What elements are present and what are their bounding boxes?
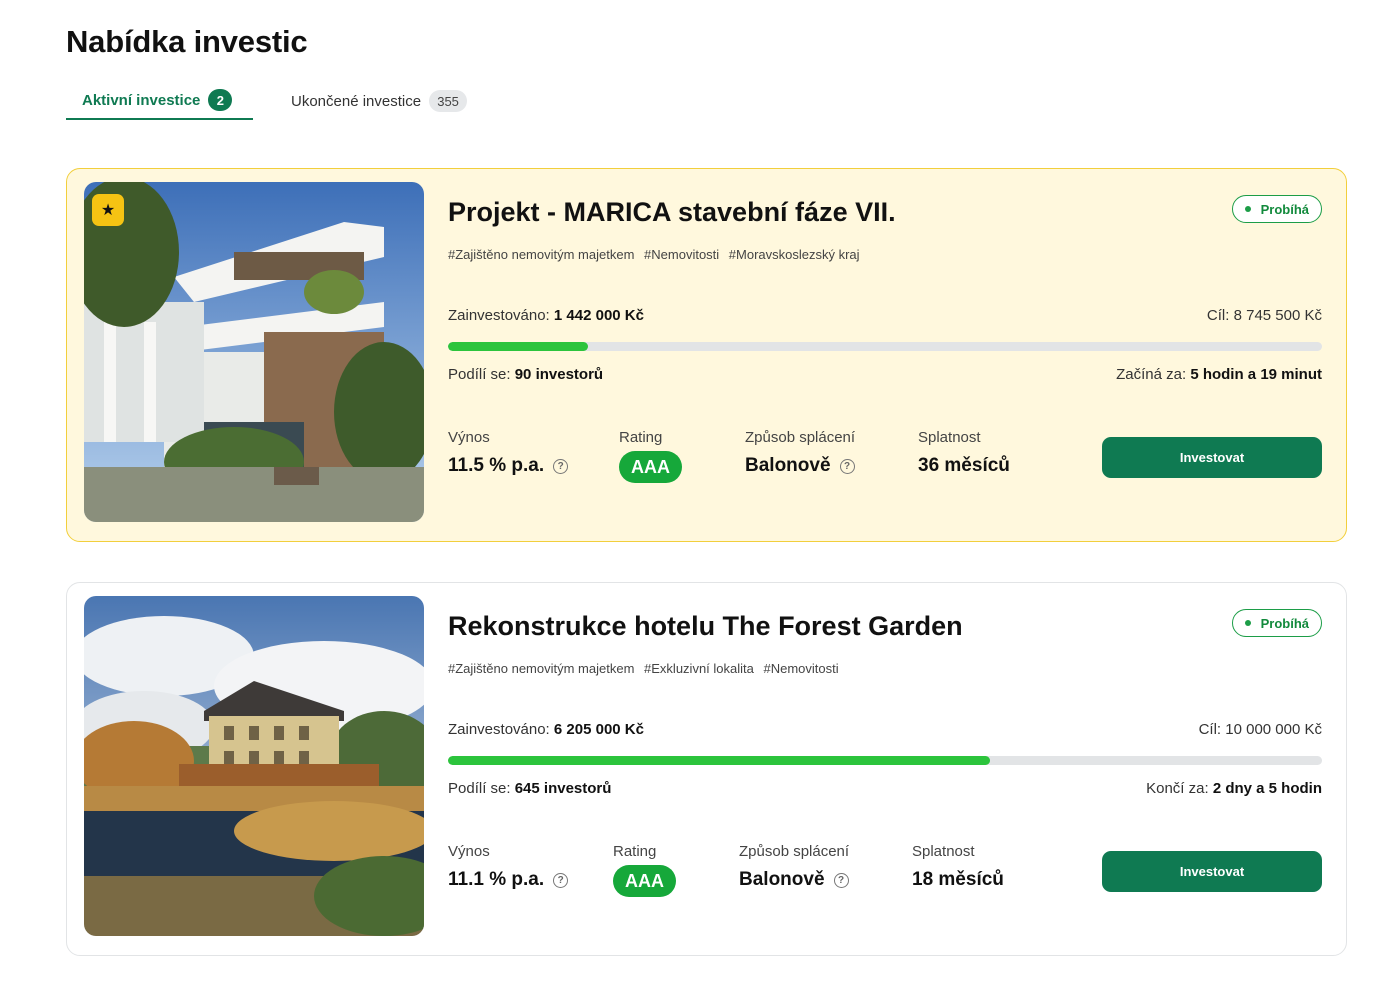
invested-amount: Zainvestováno: 6 205 000 Kč	[448, 721, 644, 738]
rating-metric: Rating AAA	[619, 429, 682, 483]
tab-finished-investments[interactable]: Ukončené investice 355	[291, 82, 468, 120]
tab-label: Ukončené investice	[291, 92, 422, 110]
countdown-value: 2 dny a 5 hodin	[1212, 780, 1322, 797]
invested-amount: Zainvestováno: 1 442 000 Kč	[448, 307, 644, 324]
tag: #Nemovitosti	[763, 661, 839, 676]
countdown-value: 5 hodin a 19 minut	[1190, 366, 1322, 383]
countdown: Končí za: 2 dny a 5 hodin	[1146, 780, 1322, 797]
yield-value: 11.1 % p.a.	[448, 869, 545, 890]
maturity-label: Splatnost	[918, 429, 981, 446]
project-photo: ★	[84, 182, 424, 522]
status-badge: Probíhá	[1231, 195, 1322, 223]
investment-card[interactable]: Rekonstrukce hotelu The Forest Garden Pr…	[66, 582, 1347, 956]
tag: #Moravskoslezský kraj	[728, 247, 860, 262]
rating-badge: AAA	[619, 451, 682, 483]
repayment-value: Balonově	[739, 869, 825, 890]
question-circle-icon[interactable]: ?	[839, 458, 855, 474]
investors-value: 645 investorů	[514, 780, 612, 797]
status-text: Probíhá	[1260, 615, 1309, 631]
rating-metric: Rating AAA	[613, 843, 676, 897]
invested-value: 6 205 000 Kč	[553, 721, 644, 738]
status-badge: Probíhá	[1231, 609, 1322, 637]
repayment-value: Balonově	[745, 455, 831, 476]
goal-amount: Cíl: 10 000 000 Kč	[1198, 721, 1322, 738]
tab-count-badge: 355	[429, 90, 468, 112]
repayment-label: Způsob splácení	[739, 843, 850, 860]
tag: #Zajištěno nemovitým majetkem	[448, 247, 635, 262]
investors-label: Podílí se:	[448, 366, 511, 383]
investor-count: Podílí se: 90 investorů	[448, 366, 603, 383]
investment-title[interactable]: Rekonstrukce hotelu The Forest Garden	[448, 611, 963, 642]
investment-title[interactable]: Projekt - MARICA stavební fáze VII.	[448, 197, 896, 228]
investors-value: 90 investorů	[514, 366, 604, 383]
star-icon: ★	[92, 194, 124, 226]
repayment-label: Způsob splácení	[745, 429, 856, 446]
yield-label: Výnos	[448, 429, 490, 446]
invested-value: 1 442 000 Kč	[553, 307, 644, 324]
status-text: Probíhá	[1260, 201, 1309, 217]
rating-label: Rating	[619, 429, 663, 446]
page-title: Nabídka investic	[66, 24, 308, 59]
yield-metric: Výnos 11.5 % p.a. ?	[448, 429, 569, 477]
funding-progress-bar	[448, 342, 1322, 351]
tag-list: #Zajištěno nemovitým majetkem #Exkluzivn…	[448, 661, 845, 676]
invest-button[interactable]: Investovat	[1102, 437, 1322, 478]
maturity-metric: Splatnost 36 měsíců	[918, 429, 1010, 477]
funding-progress-fill	[448, 756, 990, 765]
yield-label: Výnos	[448, 843, 490, 860]
maturity-metric: Splatnost 18 měsíců	[912, 843, 1004, 891]
project-photo	[84, 596, 424, 936]
rating-label: Rating	[613, 843, 657, 860]
tab-label: Aktivní investice	[82, 91, 201, 109]
maturity-value: 36 měsíců	[918, 455, 1010, 476]
goal-amount: Cíl: 8 745 500 Kč	[1206, 307, 1322, 324]
status-dot-icon	[1244, 620, 1251, 626]
question-circle-icon[interactable]: ?	[833, 872, 849, 888]
question-circle-icon[interactable]: ?	[553, 458, 569, 474]
invested-label: Zainvestováno:	[448, 721, 550, 738]
tag-list: #Zajištěno nemovitým majetkem #Nemovitos…	[448, 247, 866, 262]
repayment-metric: Způsob splácení Balonově ?	[745, 429, 855, 477]
tag: #Exkluzivní lokalita	[644, 661, 754, 676]
status-dot-icon	[1244, 206, 1251, 212]
investor-count: Podílí se: 645 investorů	[448, 780, 611, 797]
repayment-metric: Způsob splácení Balonově ?	[739, 843, 849, 891]
yield-value: 11.5 % p.a.	[448, 455, 545, 476]
funding-progress-bar	[448, 756, 1322, 765]
investment-card[interactable]: ★ Projekt - MARICA stavební fáze VII. Pr…	[66, 168, 1347, 542]
rating-badge: AAA	[613, 865, 676, 897]
countdown-label: Začíná za:	[1116, 366, 1187, 383]
tab-active-investments[interactable]: Aktivní investice 2	[66, 82, 253, 120]
funding-progress-fill	[448, 342, 588, 351]
tab-count-badge: 2	[208, 89, 233, 111]
tag: #Nemovitosti	[644, 247, 720, 262]
invest-button[interactable]: Investovat	[1102, 851, 1322, 892]
question-circle-icon[interactable]: ?	[553, 872, 569, 888]
tag: #Zajištěno nemovitým majetkem	[448, 661, 635, 676]
invested-label: Zainvestováno:	[448, 307, 550, 324]
countdown-label: Končí za:	[1146, 780, 1209, 797]
tab-bar: Aktivní investice 2 Ukončené investice 3…	[66, 82, 486, 120]
maturity-label: Splatnost	[912, 843, 975, 860]
countdown: Začíná za: 5 hodin a 19 minut	[1116, 366, 1322, 383]
investors-label: Podílí se:	[448, 780, 511, 797]
yield-metric: Výnos 11.1 % p.a. ?	[448, 843, 569, 891]
maturity-value: 18 měsíců	[912, 869, 1004, 890]
